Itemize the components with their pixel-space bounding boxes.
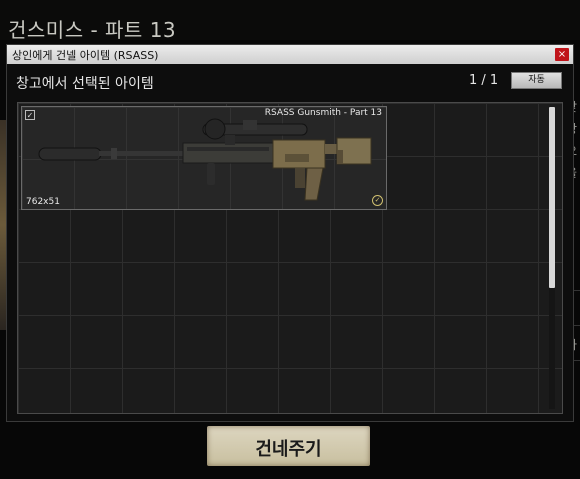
page-indicator: 1 / 1 [469, 73, 499, 88]
status-check-icon: ✓ [372, 195, 383, 206]
dialog-title: 상인에게 건넬 아이템 (RSASS) [12, 49, 159, 62]
grid-scrollbar[interactable] [549, 107, 555, 409]
stash-item-grid[interactable]: ✓ RSASS Gunsmith - Part 13 762x51 ✓ [17, 102, 563, 414]
rsass-rifle-icon [38, 118, 372, 201]
transfer-items-dialog: 상인에게 건넬 아이템 (RSASS) × 창고에서 선택된 아이템 1 / 1… [6, 44, 574, 422]
close-button[interactable]: × [555, 48, 569, 61]
selected-item-rsass[interactable]: ✓ RSASS Gunsmith - Part 13 762x51 ✓ [21, 106, 387, 210]
auto-select-button[interactable]: 자동 [511, 72, 562, 89]
page-title: 건스미스 - 파트 13 [8, 18, 177, 42]
give-button-label: 건네주기 [255, 439, 322, 460]
dialog-subtitle: 창고에서 선택된 아이템 [16, 76, 154, 92]
give-button[interactable]: 건네주기 [207, 426, 370, 466]
scrollbar-thumb[interactable] [549, 107, 555, 288]
item-caliber: 762x51 [26, 197, 60, 207]
dialog-titlebar[interactable]: 상인에게 건넬 아이템 (RSASS) × [7, 45, 573, 64]
item-checkbox[interactable]: ✓ [25, 110, 35, 120]
